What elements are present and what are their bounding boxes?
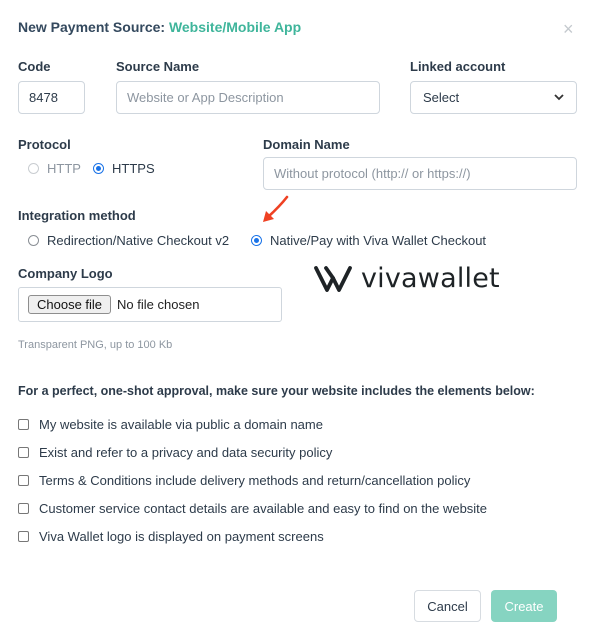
requirements-intro: For a perfect, one-shot approval, make s… (18, 384, 535, 398)
checkbox-icon[interactable] (18, 503, 29, 514)
source-name-label: Source Name (116, 59, 200, 74)
code-label: Code (18, 59, 51, 74)
radio-checked-icon[interactable] (251, 235, 262, 246)
requirement-label: Exist and refer to a privacy and data se… (39, 445, 333, 460)
checkbox-icon[interactable] (18, 475, 29, 486)
requirement-item[interactable]: Terms & Conditions include delivery meth… (18, 473, 470, 488)
integration-method-label: Integration method (18, 208, 136, 223)
requirement-label: My website is available via public a dom… (39, 417, 323, 432)
requirement-item[interactable]: Viva Wallet logo is displayed on payment… (18, 529, 324, 544)
chevron-down-icon (554, 94, 564, 101)
annotation-arrow-icon (263, 195, 289, 222)
modal-title-accent: Website/Mobile App (168, 19, 302, 35)
vivawallet-logo-mark-icon (314, 265, 352, 292)
integration-option-native[interactable]: Native/Pay with Viva Wallet Checkout (251, 233, 486, 248)
company-logo-label: Company Logo (18, 266, 113, 281)
source-name-input[interactable] (116, 81, 380, 114)
radio-checked-icon[interactable] (93, 163, 104, 174)
cancel-button[interactable]: Cancel (414, 590, 481, 622)
requirement-item[interactable]: Customer service contact details are ava… (18, 501, 487, 516)
protocol-label: Protocol (18, 137, 71, 152)
vivawallet-logo-text: vivawallet (361, 263, 500, 294)
integration-option-label: Redirection/Native Checkout v2 (47, 233, 230, 248)
create-button[interactable]: Create (491, 590, 557, 622)
protocol-option-http[interactable]: HTTP (28, 161, 81, 176)
protocol-option-label: HTTPS (112, 161, 155, 176)
domain-name-input[interactable] (263, 157, 577, 190)
requirement-item[interactable]: Exist and refer to a privacy and data se… (18, 445, 332, 460)
integration-option-redirection[interactable]: Redirection/Native Checkout v2 (28, 233, 229, 248)
choose-file-button[interactable]: Choose file (28, 295, 112, 314)
protocol-option-label: HTTP (47, 161, 81, 176)
protocol-option-https[interactable]: HTTPS (93, 161, 155, 176)
requirement-label: Terms & Conditions include delivery meth… (39, 473, 471, 488)
checkbox-icon[interactable] (18, 531, 29, 542)
checkbox-icon[interactable] (18, 447, 29, 458)
radio-icon[interactable] (28, 235, 39, 246)
modal-title: New Payment Source: Website/Mobile App (18, 19, 301, 35)
linked-account-selected: Select (423, 90, 460, 105)
logo-hint: Transparent PNG, up to 100 Kb (18, 339, 173, 351)
domain-name-label: Domain Name (263, 137, 350, 152)
modal-title-prefix: New Payment Source: (18, 19, 169, 35)
linked-account-select[interactable]: Select (410, 81, 577, 114)
requirement-item[interactable]: My website is available via public a dom… (18, 417, 323, 432)
vivawallet-logo: vivawallet (313, 263, 500, 294)
requirement-label: Customer service contact details are ava… (39, 501, 488, 516)
requirement-label: Viva Wallet logo is displayed on payment… (39, 529, 324, 544)
integration-option-label: Native/Pay with Viva Wallet Checkout (270, 233, 487, 248)
close-icon[interactable]: × (563, 20, 574, 38)
file-status: No file chosen (117, 297, 200, 312)
linked-account-label: Linked account (410, 59, 506, 74)
checkbox-icon[interactable] (18, 419, 29, 430)
logo-file-input[interactable]: Choose file No file chosen (18, 287, 282, 322)
radio-icon[interactable] (28, 163, 39, 174)
code-input[interactable] (18, 81, 85, 114)
